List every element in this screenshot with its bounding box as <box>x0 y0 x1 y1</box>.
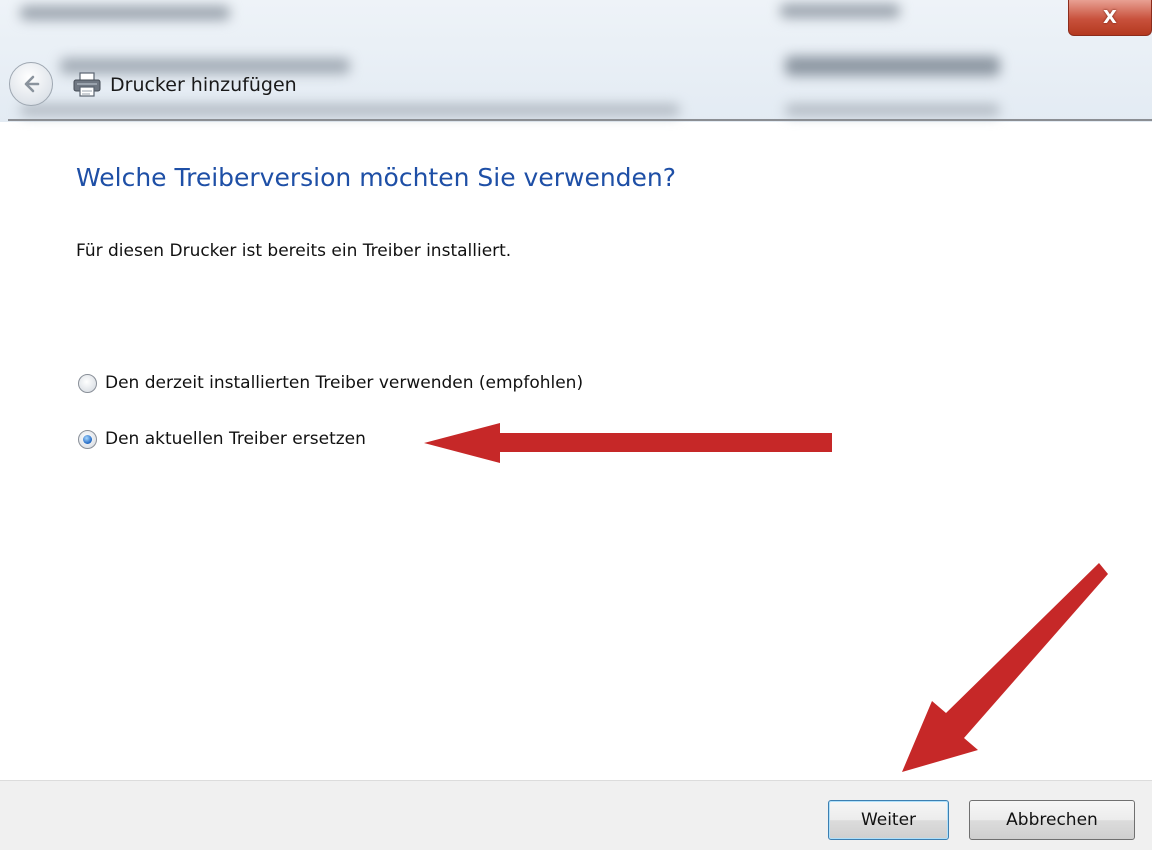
annotation-overlay <box>424 423 1108 772</box>
annotation-arrow-left <box>424 423 832 463</box>
annotation-arrow-diagonal <box>902 563 1108 772</box>
wizard-window: X Drucker hinzufügen Welche Treiberversi… <box>0 0 1152 850</box>
